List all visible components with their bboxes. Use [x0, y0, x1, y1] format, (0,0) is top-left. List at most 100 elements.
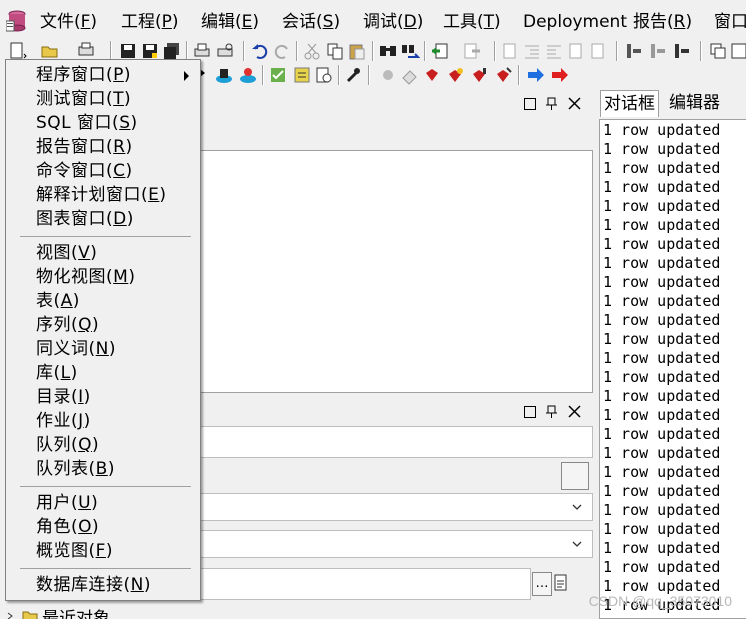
- maximize-icon[interactable]: [524, 406, 536, 418]
- dropdown-item-2[interactable]: SQL 窗口(S): [36, 111, 138, 135]
- tile-windows-icon[interactable]: [730, 41, 746, 61]
- dropdown-item-18[interactable]: 角色(O): [36, 515, 99, 539]
- menu-accelerator: F: [80, 12, 91, 32]
- menu-item-6[interactable]: Deployment: [523, 10, 627, 34]
- dropdown-item-13[interactable]: 目录(I): [36, 385, 91, 409]
- chevron-down-icon[interactable]: [572, 539, 582, 549]
- menu-label: 工程(: [121, 12, 162, 32]
- save-icon[interactable]: [118, 41, 138, 61]
- dropdown-label-close: ): [123, 65, 132, 85]
- menu-item-3[interactable]: 会话(S): [282, 10, 340, 34]
- new-object-icon[interactable]: [8, 41, 28, 61]
- sql-editor-area[interactable]: [199, 150, 593, 393]
- print-icon[interactable]: [192, 41, 212, 61]
- close-icon[interactable]: [568, 97, 581, 110]
- dropdown-item-10[interactable]: 序列(Q): [36, 313, 99, 337]
- dropdown-item-15[interactable]: 队列(Q): [36, 433, 99, 457]
- output-line: 1 row updated: [603, 558, 721, 576]
- redo-icon[interactable]: [272, 41, 292, 61]
- dropdown-item-17[interactable]: 用户(U): [36, 491, 98, 515]
- submenu-arrow-icon: [184, 71, 189, 81]
- compile-all-icon[interactable]: [648, 41, 668, 61]
- owner-combo[interactable]: [199, 493, 593, 521]
- maximize-icon[interactable]: [524, 98, 536, 110]
- close-icon[interactable]: [568, 405, 581, 418]
- dropdown-item-20[interactable]: 数据库连接(N): [36, 573, 151, 597]
- dropdown-item-19[interactable]: 概览图(F): [36, 539, 113, 563]
- commit-icon[interactable]: [268, 65, 288, 85]
- find-replace-icon[interactable]: [400, 41, 420, 61]
- dropdown-item-0[interactable]: 程序窗口(P): [36, 63, 189, 87]
- window-list-icon[interactable]: [708, 41, 728, 61]
- print-preview-icon[interactable]: [215, 41, 235, 61]
- menu-item-5[interactable]: 工具(T): [443, 10, 501, 34]
- open-folder-icon[interactable]: [40, 41, 60, 61]
- dropdown-item-9[interactable]: 表(A): [36, 289, 80, 313]
- tab-dialog[interactable]: 对话框: [600, 90, 659, 117]
- menu-item-8[interactable]: 窗口: [714, 10, 746, 34]
- save-all-icon[interactable]: [162, 41, 182, 61]
- query-history-icon[interactable]: [314, 65, 334, 85]
- stop-arrow-icon[interactable]: [550, 65, 570, 85]
- dropdown-item-7[interactable]: 视图(V): [36, 241, 97, 265]
- type-combo[interactable]: [199, 530, 593, 558]
- connection-input[interactable]: [199, 568, 531, 600]
- dropdown-item-6[interactable]: 图表窗口(D): [36, 207, 134, 231]
- dropdown-item-12[interactable]: 库(L): [36, 361, 78, 385]
- dropdown-item-3[interactable]: 报告窗口(R): [36, 135, 133, 159]
- dropdown-item-14[interactable]: 作业(J): [36, 409, 91, 433]
- undo-icon[interactable]: [250, 41, 270, 61]
- toggle-breakpoint-icon[interactable]: [378, 65, 398, 85]
- outdent-icon[interactable]: [544, 41, 564, 61]
- export-icon[interactable]: [462, 41, 482, 61]
- compile-invalid-icon[interactable]: [672, 41, 692, 61]
- preferences-wrench-icon[interactable]: [344, 65, 364, 85]
- copy-icon[interactable]: [325, 41, 345, 61]
- color-picker-button[interactable]: [561, 462, 589, 490]
- dropdown-item-11[interactable]: 同义词(N): [36, 337, 116, 361]
- red-brush-icon[interactable]: [494, 65, 514, 85]
- dropdown-item-4[interactable]: 命令窗口(C): [36, 159, 133, 183]
- next-arrow-icon[interactable]: [526, 65, 546, 85]
- import-icon[interactable]: [430, 41, 450, 61]
- print-setup-icon[interactable]: [76, 41, 96, 61]
- output-line: 1 row updated: [603, 121, 721, 139]
- red-pin-icon[interactable]: [470, 65, 490, 85]
- object-filter-input[interactable]: [199, 426, 593, 458]
- document-icon[interactable]: [553, 573, 569, 593]
- menu-item-1[interactable]: 工程(P): [121, 10, 179, 34]
- uncomment-icon[interactable]: [588, 41, 608, 61]
- cut-icon[interactable]: [302, 41, 322, 61]
- chevron-down-icon[interactable]: [572, 502, 582, 512]
- dropdown-item-5[interactable]: 解释计划窗口(E): [36, 183, 167, 207]
- eraser-icon[interactable]: [400, 65, 420, 85]
- pin-icon[interactable]: [545, 405, 558, 419]
- break-icon[interactable]: [238, 65, 258, 85]
- browse-ellipsis-button[interactable]: …: [532, 572, 552, 596]
- dropdown-label: 数据库连接(: [36, 575, 131, 595]
- output-log[interactable]: 1 row updated 1 row updated 1 row updated 1…: [599, 119, 746, 619]
- execute-icon[interactable]: [214, 65, 234, 85]
- output-line: 1 row updated: [603, 254, 721, 272]
- rollback-icon[interactable]: [292, 65, 312, 85]
- dropdown-item-1[interactable]: 测试窗口(T): [36, 87, 131, 111]
- menu-item-0[interactable]: 文件(F): [40, 10, 97, 34]
- compile-icon[interactable]: [624, 41, 644, 61]
- format-doc-icon[interactable]: [500, 41, 520, 61]
- paste-icon[interactable]: [347, 41, 367, 61]
- save-as-icon[interactable]: [140, 41, 160, 61]
- menu-item-2[interactable]: 编辑(E): [201, 10, 259, 34]
- red-object-icon[interactable]: [422, 65, 442, 85]
- menu-item-4[interactable]: 调试(D): [363, 10, 423, 34]
- menu-item-7[interactable]: 报告(R): [633, 10, 692, 34]
- find-icon[interactable]: [378, 41, 398, 61]
- pin-icon[interactable]: [545, 97, 558, 111]
- dropdown-item-16[interactable]: 队列表(B): [36, 457, 115, 481]
- red-yellow-object-icon[interactable]: [446, 65, 466, 85]
- dropdown-item-8[interactable]: 物化视图(M): [36, 265, 135, 289]
- indent-icon[interactable]: [522, 41, 542, 61]
- app-database-icon[interactable]: [6, 9, 28, 33]
- chevron-right-icon[interactable]: [6, 612, 14, 619]
- tab-editor[interactable]: 编辑器: [666, 90, 723, 116]
- comment-icon[interactable]: [566, 41, 586, 61]
